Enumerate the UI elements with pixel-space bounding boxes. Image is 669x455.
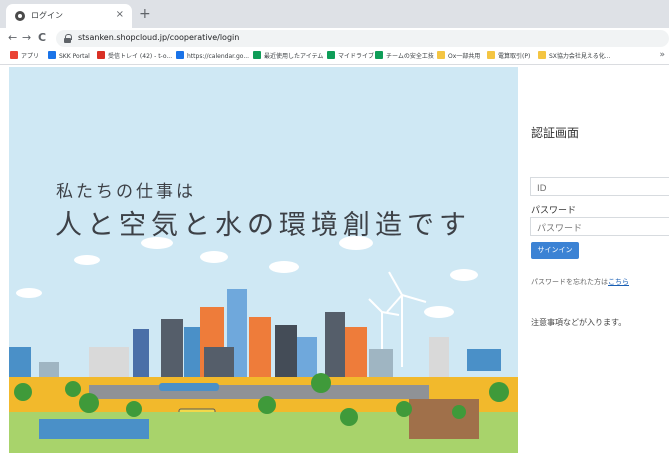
browser-window: ログイン × + ← → C stsanken.shopcloud.jp/coo… bbox=[0, 0, 669, 455]
url-text[interactable]: stsanken.shopcloud.jp/cooperative/login bbox=[78, 33, 239, 42]
folder-icon bbox=[487, 51, 495, 59]
hero-illustration: 私たちの仕事は 人と空気と水の環境創造です bbox=[9, 67, 518, 453]
tagline-line-1: 私たちの仕事は bbox=[56, 182, 196, 202]
train bbox=[159, 383, 219, 391]
notice-text: 注意事項などが入ります。 bbox=[531, 318, 627, 327]
tab-title: ログイン bbox=[31, 11, 63, 20]
login-panel: 認証画面 パスワード サインイン パスワードを忘れた方はこちら 注意事項などが入… bbox=[519, 65, 669, 455]
calendar-icon bbox=[176, 51, 184, 59]
folder-icon bbox=[437, 51, 445, 59]
password-input[interactable] bbox=[530, 217, 669, 236]
address-bar[interactable]: stsanken.shopcloud.jp/cooperative/login bbox=[56, 30, 669, 47]
bookmark-item[interactable]: アプリ bbox=[10, 51, 39, 62]
bookmark-item[interactable]: マイドライブ bbox=[327, 51, 374, 62]
city-illustration bbox=[9, 236, 518, 453]
gmail-icon bbox=[97, 51, 105, 59]
tab-login[interactable]: ログイン × bbox=[6, 4, 132, 28]
portal-icon bbox=[48, 51, 56, 59]
bookmarks-more-icon[interactable]: » bbox=[659, 50, 665, 60]
page-content: 私たちの仕事は 人と空気と水の環境創造です 認証画面 パスワード サインイン パ… bbox=[0, 65, 669, 455]
lock-icon bbox=[64, 34, 72, 43]
folder-icon bbox=[538, 51, 546, 59]
bookmark-item[interactable]: チームの安全工技 bbox=[375, 51, 434, 62]
apps-grid-icon bbox=[10, 51, 18, 59]
signin-button[interactable]: サインイン bbox=[531, 242, 579, 259]
drive-icon bbox=[375, 51, 383, 59]
forgot-password-text: パスワードを忘れた方はこちら bbox=[531, 277, 629, 287]
tagline-line-2: 人と空気と水の環境創造です bbox=[55, 210, 471, 241]
bookmark-item[interactable]: 最近使用したアイテム bbox=[253, 51, 323, 62]
bookmark-item[interactable]: Ox一部共用 bbox=[437, 51, 480, 62]
browser-toolbar: ← → C stsanken.shopcloud.jp/cooperative/… bbox=[0, 28, 669, 48]
tab-close-icon[interactable]: × bbox=[116, 8, 124, 22]
river bbox=[39, 419, 149, 439]
forgot-password-prompt: パスワードを忘れた方は bbox=[531, 278, 608, 286]
back-button[interactable]: ← bbox=[8, 30, 17, 46]
bookmarks-bar: アプリ SKK Portal 受信トレイ (42) - t-o... https… bbox=[0, 48, 669, 65]
bookmark-item[interactable]: SKK Portal bbox=[48, 51, 90, 62]
drive-icon bbox=[253, 51, 261, 59]
forgot-password-link[interactable]: こちら bbox=[608, 278, 629, 286]
id-input[interactable] bbox=[530, 177, 669, 196]
forward-button[interactable]: → bbox=[22, 30, 31, 46]
bookmark-item[interactable]: 受信トレイ (42) - t-o... bbox=[97, 51, 172, 62]
road bbox=[89, 385, 429, 399]
login-title: 認証画面 bbox=[531, 126, 580, 140]
reload-button[interactable]: C bbox=[38, 30, 46, 46]
soil bbox=[409, 399, 479, 439]
site-favicon-icon bbox=[15, 11, 25, 21]
bookmark-item[interactable]: 電算取引(P) bbox=[487, 51, 530, 62]
drive-icon bbox=[327, 51, 335, 59]
tab-strip: ログイン × + bbox=[0, 0, 669, 28]
buildings bbox=[9, 289, 501, 385]
bookmark-item[interactable]: https://calendar.go... bbox=[176, 51, 249, 62]
bookmark-item[interactable]: SX協力会社見える化... bbox=[538, 51, 610, 62]
password-label: パスワード bbox=[531, 206, 577, 216]
new-tab-button[interactable]: + bbox=[139, 6, 151, 22]
